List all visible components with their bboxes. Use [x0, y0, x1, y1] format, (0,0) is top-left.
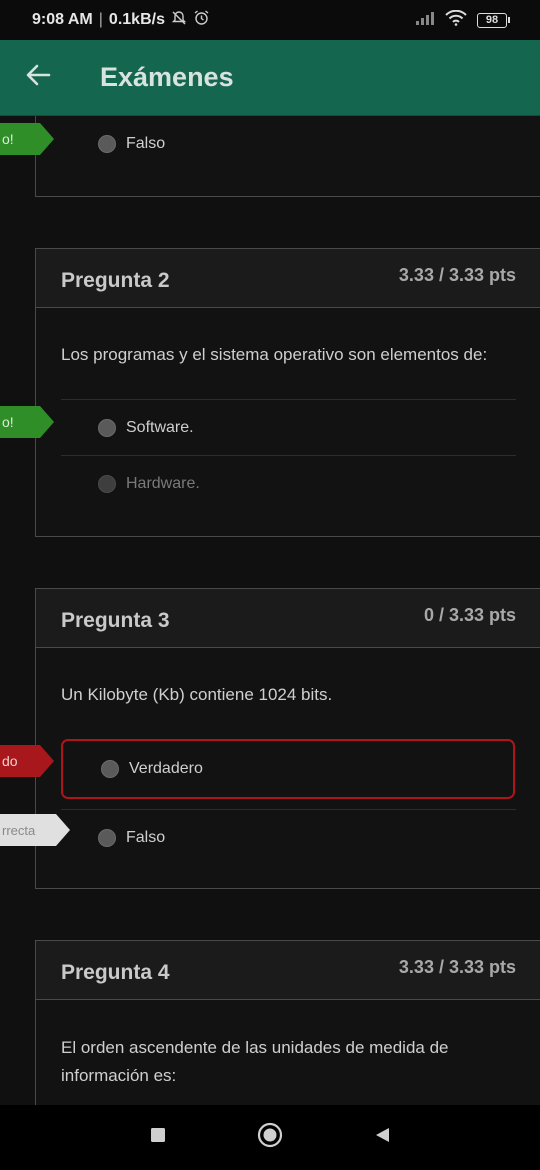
flag-label: do [2, 753, 18, 769]
status-right: 98 [415, 9, 510, 31]
battery-icon: 98 [477, 12, 510, 28]
answer-label: Software. [126, 418, 194, 436]
flag-label: o! [2, 131, 14, 147]
answer-option[interactable]: Software. [61, 399, 516, 455]
app-bar: Exámenes [0, 40, 540, 116]
battery-level: 98 [477, 12, 507, 28]
wifi-icon [445, 9, 467, 31]
correct-flag: o! [0, 406, 54, 438]
radio-button[interactable] [98, 135, 116, 153]
radio-button[interactable] [98, 418, 116, 437]
question-header: Pregunta 4 3.33 / 3.33 pts [36, 941, 540, 1000]
answer-label: Falso [126, 135, 166, 152]
question-text: El orden ascendente de las unidades de m… [61, 1038, 449, 1085]
question-card-2: Pregunta 2 3.33 / 3.33 pts Los programas… [35, 248, 540, 537]
correct-answer-flag: rrecta [0, 814, 70, 846]
back-button[interactable] [18, 58, 58, 98]
exam-content[interactable]: Falso o! Pregunta 2 3.33 / 3.33 pts Los … [0, 116, 540, 1105]
wrong-answer-flag: do [0, 745, 54, 777]
arrow-left-icon [25, 62, 51, 93]
answer-option[interactable]: Falso [61, 809, 516, 865]
question-points: 3.33 / 3.33 pts [398, 265, 516, 285]
status-speed: 0.1kB/s [108, 11, 165, 28]
answer-option-selected[interactable]: Verdadero [61, 739, 515, 799]
question-title: Pregunta 2 [61, 269, 170, 292]
question-header: Pregunta 3 0 / 3.33 pts [36, 589, 540, 648]
radio-button[interactable] [98, 828, 116, 847]
correct-flag: o! [0, 123, 54, 155]
answer-label: Verdadero [129, 760, 203, 777]
flag-label: o! [2, 414, 14, 430]
question-title: Pregunta 4 [61, 961, 170, 984]
status-separator: | [98, 11, 103, 28]
recents-button[interactable] [102, 1105, 214, 1170]
signal-icon [415, 11, 435, 30]
answer-label: Falso [126, 828, 166, 846]
status-left: 9:08 AM | 0.1kB/s [32, 9, 210, 31]
question-text: Un Kilobyte (Kb) contiene 1024 bits. [61, 685, 333, 704]
home-button[interactable] [214, 1105, 326, 1170]
answer-label: Hardware. [126, 474, 200, 492]
answer-option[interactable]: Falso [61, 116, 516, 172]
question-text: Los programas y el sistema operativo son… [61, 345, 488, 364]
page-title: Exámenes [100, 62, 234, 92]
radio-button[interactable] [101, 760, 119, 778]
back-nav-button[interactable] [326, 1105, 438, 1170]
square-icon [150, 1127, 166, 1148]
question-points: 0 / 3.33 pts [423, 605, 516, 625]
radio-button[interactable] [98, 474, 116, 493]
circle-icon [257, 1122, 283, 1153]
triangle-back-icon [373, 1126, 391, 1149]
system-nav-bar [0, 1105, 540, 1170]
flag-label: rrecta [2, 822, 36, 838]
question-card-4: Pregunta 4 3.33 / 3.33 pts El orden asce… [35, 940, 540, 1105]
question-card-3: Pregunta 3 0 / 3.33 pts Un Kilobyte (Kb)… [35, 588, 540, 889]
question-points: 3.33 / 3.33 pts [398, 957, 516, 977]
bell-off-icon [171, 10, 187, 31]
answer-option[interactable]: Hardware. [61, 455, 516, 511]
question-title: Pregunta 3 [61, 609, 170, 632]
alarm-icon [193, 9, 210, 31]
status-bar: 9:08 AM | 0.1kB/s 98 [0, 0, 540, 40]
question-header: Pregunta 2 3.33 / 3.33 pts [36, 249, 540, 308]
status-time: 9:08 AM [32, 11, 93, 28]
question-card-1: Falso [35, 116, 540, 197]
